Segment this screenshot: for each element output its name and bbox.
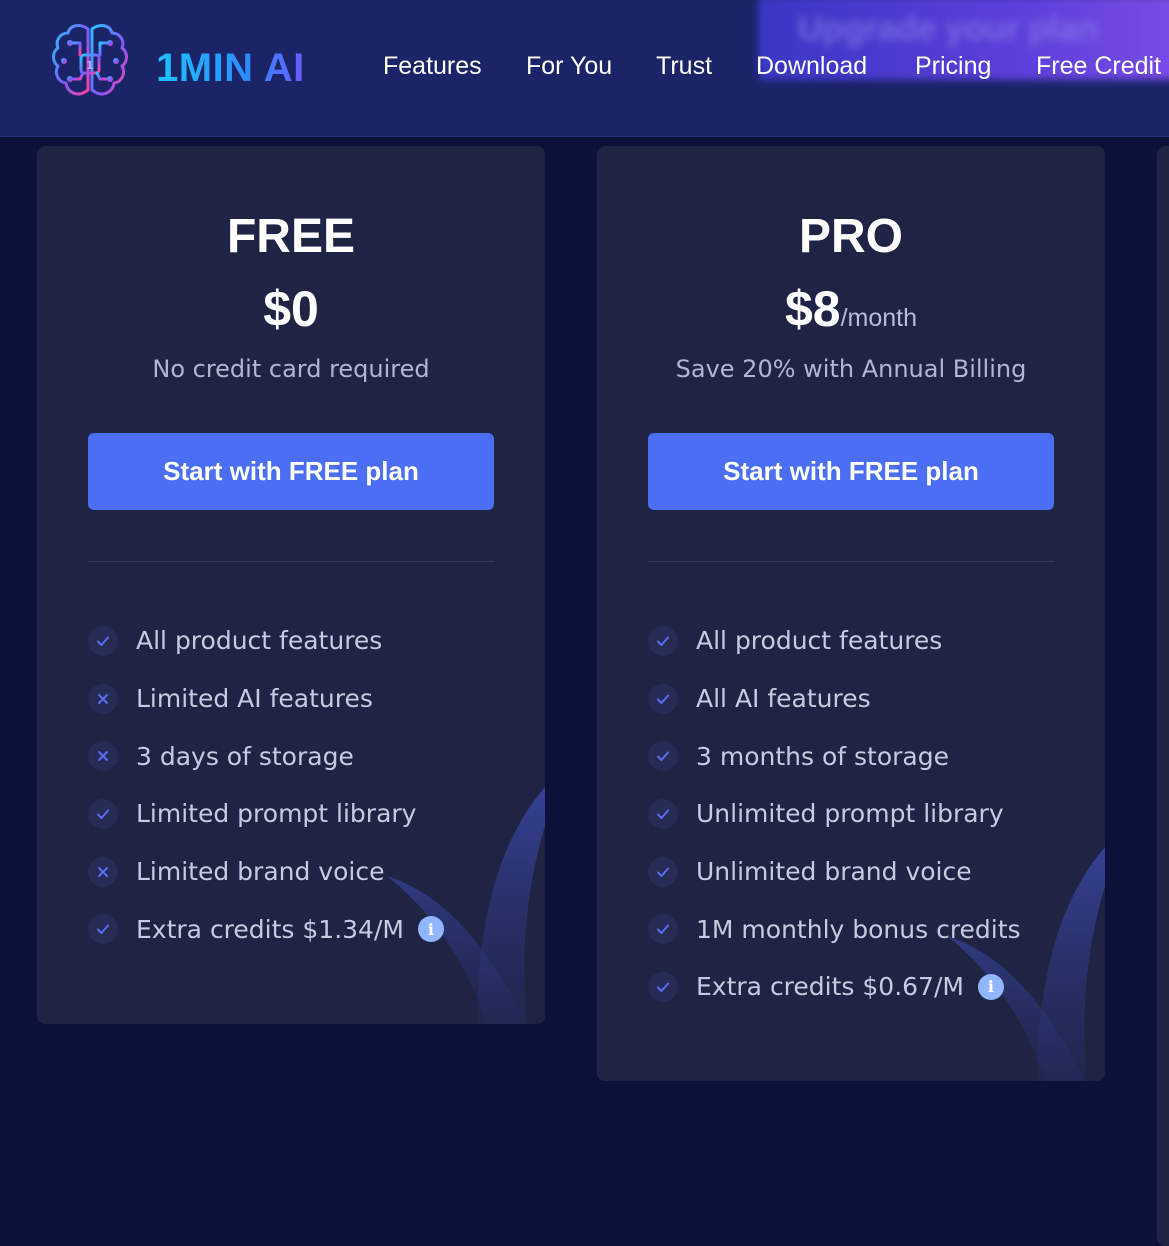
- site-header: 1 1MIN AI Upgrade your plan Features For…: [0, 0, 1169, 137]
- feature-text: 3 days of storage: [136, 741, 354, 771]
- logo-brain-icon[interactable]: 1: [50, 21, 130, 107]
- feature-text: Extra credits $0.67/M: [696, 972, 964, 1002]
- nav-download[interactable]: Download: [756, 50, 867, 82]
- plan-subtitle: Save 20% with Annual Billing: [675, 355, 1027, 383]
- divider: [648, 561, 1054, 562]
- start-free-plan-button[interactable]: Start with FREE plan: [648, 433, 1054, 510]
- nav-trust[interactable]: Trust: [656, 50, 712, 82]
- feature-text: 1M monthly bonus credits: [696, 914, 1021, 944]
- plan-subtitle: No credit card required: [152, 355, 430, 383]
- divider: [88, 561, 494, 562]
- feature-item: Limited brand voice: [88, 843, 528, 901]
- info-icon[interactable]: i: [417, 916, 444, 943]
- feature-item: Extra credits $1.34/M i: [88, 900, 528, 958]
- check-icon: [88, 798, 118, 829]
- feature-text: Limited brand voice: [136, 857, 385, 887]
- plan-price: $8/month: [597, 280, 1105, 338]
- feature-text: All product features: [696, 626, 943, 656]
- feature-item: Unlimited brand voice: [648, 843, 1088, 901]
- feature-list: All product features Limited AI features…: [88, 612, 528, 958]
- plan-name: PRO: [798, 210, 903, 263]
- price-amount: $0: [263, 281, 319, 337]
- check-icon: [88, 625, 118, 656]
- info-icon[interactable]: i: [977, 973, 1004, 1000]
- price-period: /month: [840, 304, 918, 332]
- nav-free-credit[interactable]: Free Credit: [1036, 50, 1161, 82]
- feature-item: All AI features: [648, 670, 1088, 728]
- start-free-plan-button[interactable]: Start with FREE plan: [88, 433, 494, 510]
- feature-item: 3 months of storage: [648, 727, 1088, 785]
- cross-icon: [88, 856, 118, 887]
- feature-text: All product features: [136, 626, 383, 656]
- check-icon: [648, 625, 678, 656]
- feature-item: 1M monthly bonus credits: [648, 900, 1088, 958]
- nav-for-you[interactable]: For You: [526, 50, 612, 82]
- promo-text: Upgrade your plan: [798, 10, 1099, 48]
- check-icon: [648, 914, 678, 945]
- feature-text: 3 months of storage: [696, 741, 949, 771]
- feature-text: Extra credits $1.34/M: [136, 914, 404, 944]
- feature-item: Unlimited prompt library: [648, 785, 1088, 843]
- check-icon: [648, 971, 678, 1002]
- cross-icon: [88, 741, 118, 772]
- feature-item: Limited prompt library: [88, 785, 528, 843]
- pricing-card-partial: [1157, 146, 1169, 1246]
- cross-icon: [88, 683, 118, 714]
- feature-item: Extra credits $0.67/M i: [648, 958, 1088, 1016]
- feature-text: Unlimited brand voice: [696, 857, 972, 887]
- svg-text:1: 1: [86, 59, 94, 72]
- feature-text: All AI features: [696, 684, 871, 714]
- plan-price: $0: [37, 280, 545, 338]
- feature-item: All product features: [88, 612, 528, 670]
- brand-name[interactable]: 1MIN AI: [156, 44, 305, 92]
- feature-text: Unlimited prompt library: [696, 799, 1004, 829]
- feature-list: All product features All AI features 3 m…: [648, 612, 1088, 1016]
- check-icon: [88, 914, 118, 945]
- plan-name: FREE: [226, 210, 355, 263]
- feature-item: 3 days of storage: [88, 727, 528, 785]
- nav-features[interactable]: Features: [383, 50, 482, 82]
- feature-item: Limited AI features: [88, 670, 528, 728]
- feature-item: All product features: [648, 612, 1088, 670]
- price-amount: $8: [784, 281, 841, 337]
- check-icon: [648, 856, 678, 887]
- check-icon: [648, 683, 678, 714]
- pricing-card-pro: PRO $8/month Save 20% with Annual Billin…: [597, 146, 1105, 1081]
- feature-text: Limited AI features: [136, 684, 373, 714]
- pricing-card-free: FREE $0 No credit card required Start wi…: [37, 146, 545, 1024]
- nav-pricing[interactable]: Pricing: [915, 50, 991, 82]
- check-icon: [648, 741, 678, 772]
- feature-text: Limited prompt library: [136, 799, 417, 829]
- check-icon: [648, 798, 678, 829]
